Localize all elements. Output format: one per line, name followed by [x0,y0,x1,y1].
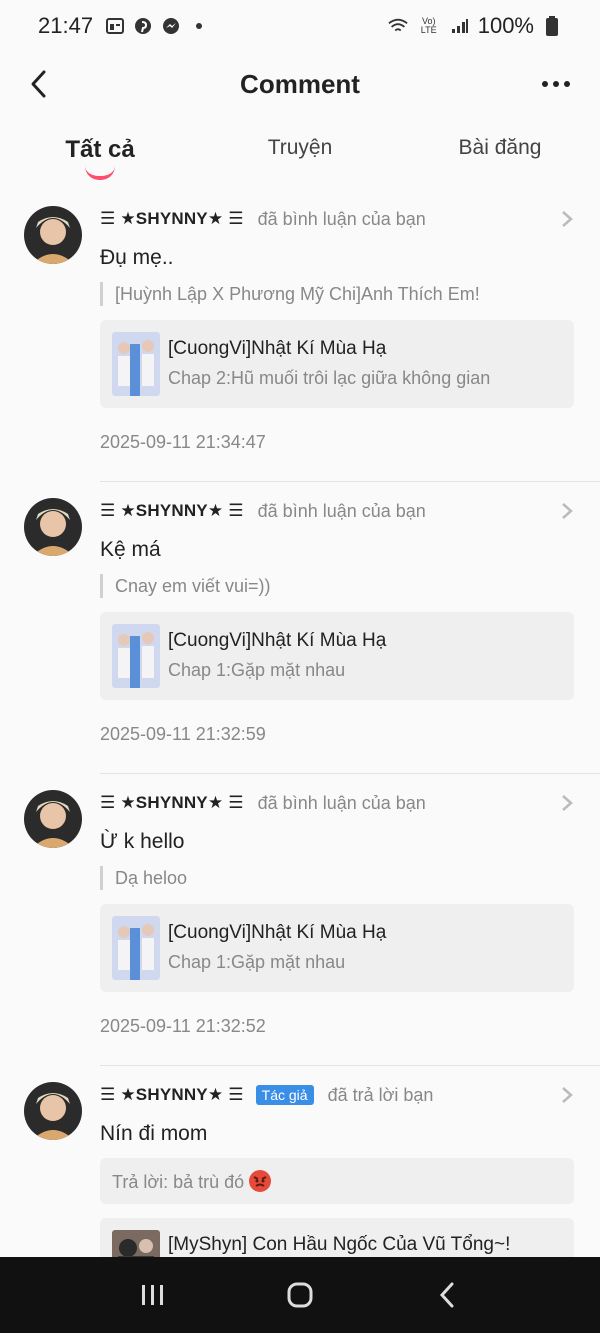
pinterest-icon [133,16,153,36]
status-bar: 21:47 Vo) LTE 100% [0,0,600,52]
story-title: [CuongVi]Nhật Kí Mùa Hạ [168,338,387,359]
page-title: Comment [240,68,360,99]
chevron-right-icon [562,795,573,811]
angry-face-icon [249,1170,272,1192]
home-button[interactable] [276,1271,324,1319]
chapter-title: Chap 1:Gặp mặt nhau [168,660,346,680]
action-text: đã bình luận của bạn [257,208,426,229]
notification-list: ☰ ★SHYNNY★ ☰ đã bình luận của bạn Đụ mẹ.… [0,190,600,1278]
avatar[interactable] [24,790,82,848]
comment-text: Nín đi mom [100,1122,208,1145]
username[interactable]: ☰ ★SHYNNY★ ☰ [100,793,244,813]
tab-posts[interactable]: Bài đăng [400,120,600,190]
story-card[interactable]: [CuongVi]Nhật Kí Mùa Hạ Chap 2:Hũ muối t… [100,320,574,408]
back-arrow-icon [31,70,46,98]
list-item[interactable]: ☰ ★SHYNNY★ ☰ đã bình luận của bạn Ừ k he… [0,774,600,1066]
quoted-comment: Dạ heloo [100,866,576,890]
timestamp: 2025-09-11 21:32:52 [100,1016,266,1036]
recent-apps-button[interactable] [129,1271,177,1319]
action-text: đã trả lời bạn [327,1084,434,1105]
username[interactable]: ☰ ★SHYNNY★ ☰ [100,501,244,521]
gallery-notification-icon [105,16,125,36]
list-item[interactable]: ☰ ★SHYNNY★ ☰ Tác giả đã trả lời bạn Nín … [0,1066,600,1278]
action-text: đã bình luận của bạn [257,500,426,521]
chevron-right-icon [562,503,573,519]
system-back-icon [439,1282,454,1308]
system-back-button[interactable] [423,1271,471,1319]
list-item[interactable]: ☰ ★SHYNNY★ ☰ đã bình luận của bạn Đụ mẹ.… [0,190,600,482]
battery-icon [542,16,562,36]
avatar[interactable] [24,1082,82,1140]
back-button[interactable] [20,66,56,102]
tab-indicator [85,166,115,180]
reply-preview: Trả lời: bả trù đó [100,1158,574,1204]
username[interactable]: ☰ ★SHYNNY★ ☰ [100,1085,244,1105]
story-thumbnail [112,624,160,688]
story-card[interactable]: [CuongVi]Nhật Kí Mùa Hạ Chap 1:Gặp mặt n… [100,904,574,992]
reply-text: Trả lời: bả trù đó [112,1172,245,1192]
timestamp: 2025-09-11 21:34:47 [100,432,266,452]
avatar[interactable] [24,498,82,556]
volte-icon: Vo) LTE [420,16,437,35]
username[interactable]: ☰ ★SHYNNY★ ☰ [100,209,244,229]
comment-text: Ừ k hello [100,830,185,853]
timestamp: 2025-09-11 21:32:59 [100,724,266,744]
more-notifications-icon [189,16,209,36]
list-item[interactable]: ☰ ★SHYNNY★ ☰ đã bình luận của bạn Kệ má … [0,482,600,774]
tab-posts-label: Bài đăng [458,136,542,159]
tab-stories[interactable]: Truyện [200,120,400,190]
action-text: đã bình luận của bạn [257,792,426,813]
chapter-title: Chap 2:Hũ muối trôi lạc giữa không gian [168,368,491,388]
system-nav-bar [0,1257,600,1333]
home-icon [287,1282,313,1308]
battery-percent: 100% [477,13,534,38]
story-card[interactable]: [CuongVi]Nhật Kí Mùa Hạ Chap 1:Gặp mặt n… [100,612,574,700]
tab-bar: Tất cả Truyện Bài đăng [0,120,600,190]
avatar[interactable] [24,206,82,264]
comment-text: Đụ mẹ.. [100,246,174,269]
comment-text: Kệ má [100,538,161,561]
chevron-right-icon [562,211,573,227]
signal-icon [450,16,470,36]
story-thumbnail [112,332,160,396]
story-title: [CuongVi]Nhật Kí Mùa Hạ [168,922,387,943]
notification-icons [105,16,209,36]
recent-apps-icon [142,1285,164,1305]
tab-stories-label: Truyện [267,136,333,159]
quoted-comment: [Huỳnh Lập X Phương Mỹ Chi]Anh Thích Em! [100,282,576,306]
tab-all[interactable]: Tất cả [0,120,200,190]
story-title: [CuongVi]Nhật Kí Mùa Hạ [168,630,387,651]
status-right: Vo) LTE 100% [388,13,562,39]
chevron-right-icon [562,1087,573,1103]
messenger-icon [161,16,181,36]
tab-all-label: Tất cả [65,136,135,163]
story-title: [MyShyn] Con Hầu Ngốc Của Vũ Tổng~! [168,1234,511,1255]
wifi-icon [388,16,408,36]
quoted-comment: Cnay em viết vui=)) [100,574,576,598]
more-options-button[interactable] [536,66,576,102]
author-badge: Tác giả [255,1085,314,1105]
status-time: 21:47 [38,13,94,38]
story-thumbnail [112,916,160,980]
top-nav: Comment [0,52,600,116]
chapter-title: Chap 1:Gặp mặt nhau [168,952,346,972]
